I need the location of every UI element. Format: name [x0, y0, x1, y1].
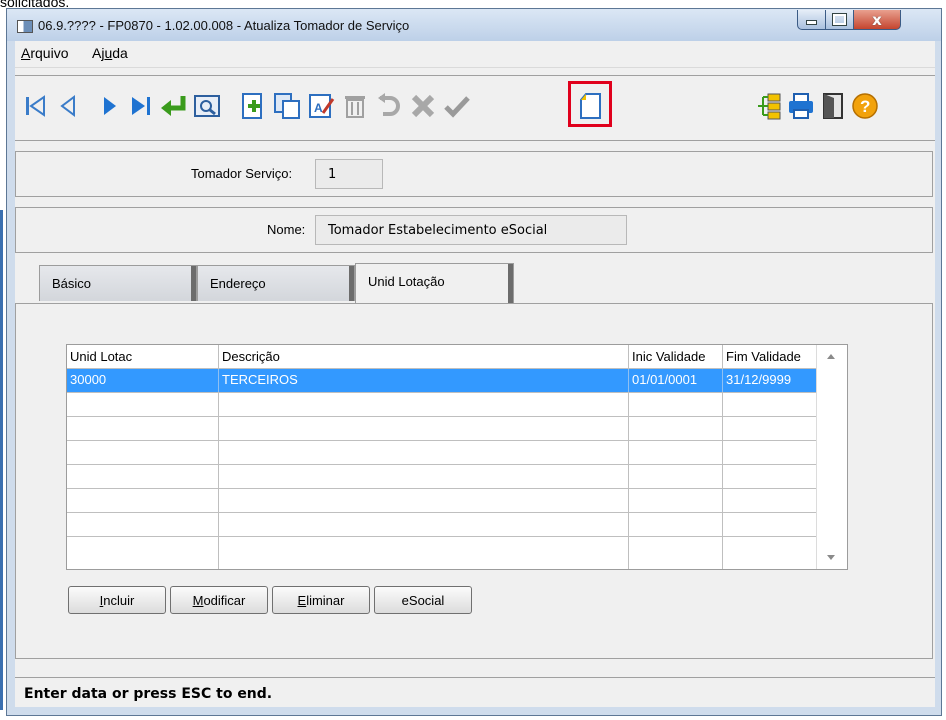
copy-icon[interactable]: [271, 90, 303, 122]
cell-descricao[interactable]: TERCEIROS: [219, 369, 629, 392]
search-icon[interactable]: [191, 90, 223, 122]
cancel-icon[interactable]: [407, 90, 439, 122]
client-area: Arquivo Ajuda A ? Tomador Serviço: 1 Nom…: [15, 41, 935, 707]
menu-bar: Arquivo Ajuda: [15, 41, 935, 68]
toolbar: A ?: [15, 75, 935, 141]
table-row-empty[interactable]: [67, 441, 817, 465]
go-to-icon[interactable]: [157, 90, 189, 122]
cell-unid-lotac[interactable]: 30000: [67, 369, 219, 392]
svg-text:A: A: [314, 101, 323, 115]
window-icon[interactable]: [17, 20, 33, 33]
print-icon[interactable]: [785, 90, 817, 122]
modificar-button[interactable]: Modificar: [170, 586, 268, 614]
cell-inic-validade[interactable]: 01/01/0001: [629, 369, 723, 392]
add-icon[interactable]: [237, 90, 269, 122]
svg-text:?: ?: [860, 97, 870, 116]
last-record-icon[interactable]: [125, 90, 157, 122]
window-title: 06.9.???? - FP0870 - 1.02.00.008 - Atual…: [38, 18, 410, 33]
first-record-icon[interactable]: [21, 90, 53, 122]
tab-endereco[interactable]: Endereço: [197, 265, 355, 301]
table-row-empty[interactable]: [67, 489, 817, 513]
table-row-empty[interactable]: [67, 537, 817, 569]
table-row-empty[interactable]: [67, 393, 817, 417]
scroll-up-icon[interactable]: [827, 354, 835, 359]
maximize-icon: [833, 14, 846, 25]
maximize-button[interactable]: [825, 10, 854, 30]
col-header-unid-lotac[interactable]: Unid Lotac: [67, 345, 219, 368]
scroll-down-icon[interactable]: [827, 555, 835, 560]
next-record-icon[interactable]: [93, 90, 125, 122]
eliminar-button[interactable]: Eliminar: [272, 586, 370, 614]
edit-icon[interactable]: A: [305, 90, 337, 122]
previous-record-icon[interactable]: [53, 90, 85, 122]
structure-icon[interactable]: [753, 90, 785, 122]
close-button[interactable]: x: [853, 10, 901, 30]
table-row-empty[interactable]: [67, 417, 817, 441]
unid-lotacao-grid: Unid Lotac Descrição Inic Validade Fim V…: [66, 344, 848, 570]
help-icon[interactable]: ?: [849, 90, 881, 122]
incluir-button[interactable]: Incluir: [68, 586, 166, 614]
highlight-box: [568, 81, 612, 127]
title-bar[interactable]: 06.9.???? - FP0870 - 1.02.00.008 - Atual…: [7, 9, 941, 41]
cell-fim-validade[interactable]: 31/12/9999: [723, 369, 817, 392]
menu-arquivo[interactable]: Arquivo: [21, 45, 68, 61]
table-row[interactable]: 30000 TERCEIROS 01/01/0001 31/12/9999: [67, 369, 817, 393]
tomador-field[interactable]: 1: [315, 159, 383, 189]
grid-header: Unid Lotac Descrição Inic Validade Fim V…: [67, 345, 817, 369]
table-row-empty[interactable]: [67, 513, 817, 537]
nome-field[interactable]: Tomador Estabelecimento eSocial: [315, 215, 627, 245]
nome-panel: Nome: Tomador Estabelecimento eSocial: [15, 207, 933, 253]
menu-ajuda[interactable]: Ajuda: [92, 45, 128, 61]
tab-panel: Unid Lotac Descrição Inic Validade Fim V…: [15, 303, 933, 659]
minimize-button[interactable]: [797, 10, 826, 30]
grid-scrollbar[interactable]: [816, 345, 847, 569]
save-icon[interactable]: [441, 90, 473, 122]
exit-icon[interactable]: [817, 90, 849, 122]
tomador-panel: Tomador Serviço: 1: [15, 151, 933, 197]
col-header-fim-validade[interactable]: Fim Validade: [723, 345, 817, 368]
app-window: 06.9.???? - FP0870 - 1.02.00.008 - Atual…: [6, 8, 942, 716]
minimize-icon: [806, 20, 817, 25]
delete-icon[interactable]: [339, 90, 371, 122]
col-header-descricao[interactable]: Descrição: [219, 345, 629, 368]
window-edge: [0, 210, 3, 710]
tomador-label: Tomador Serviço:: [191, 166, 293, 181]
esocial-button[interactable]: eSocial: [374, 586, 472, 614]
tab-unid-lotacao[interactable]: Unid Lotação: [355, 263, 514, 303]
col-header-inic-validade[interactable]: Inic Validade: [629, 345, 723, 368]
status-bar: Enter data or press ESC to end.: [15, 677, 935, 707]
table-row-empty[interactable]: [67, 465, 817, 489]
tab-basico[interactable]: Básico: [39, 265, 197, 301]
undo-icon[interactable]: [373, 90, 405, 122]
close-icon: x: [872, 10, 882, 29]
nome-label: Nome:: [267, 222, 306, 237]
